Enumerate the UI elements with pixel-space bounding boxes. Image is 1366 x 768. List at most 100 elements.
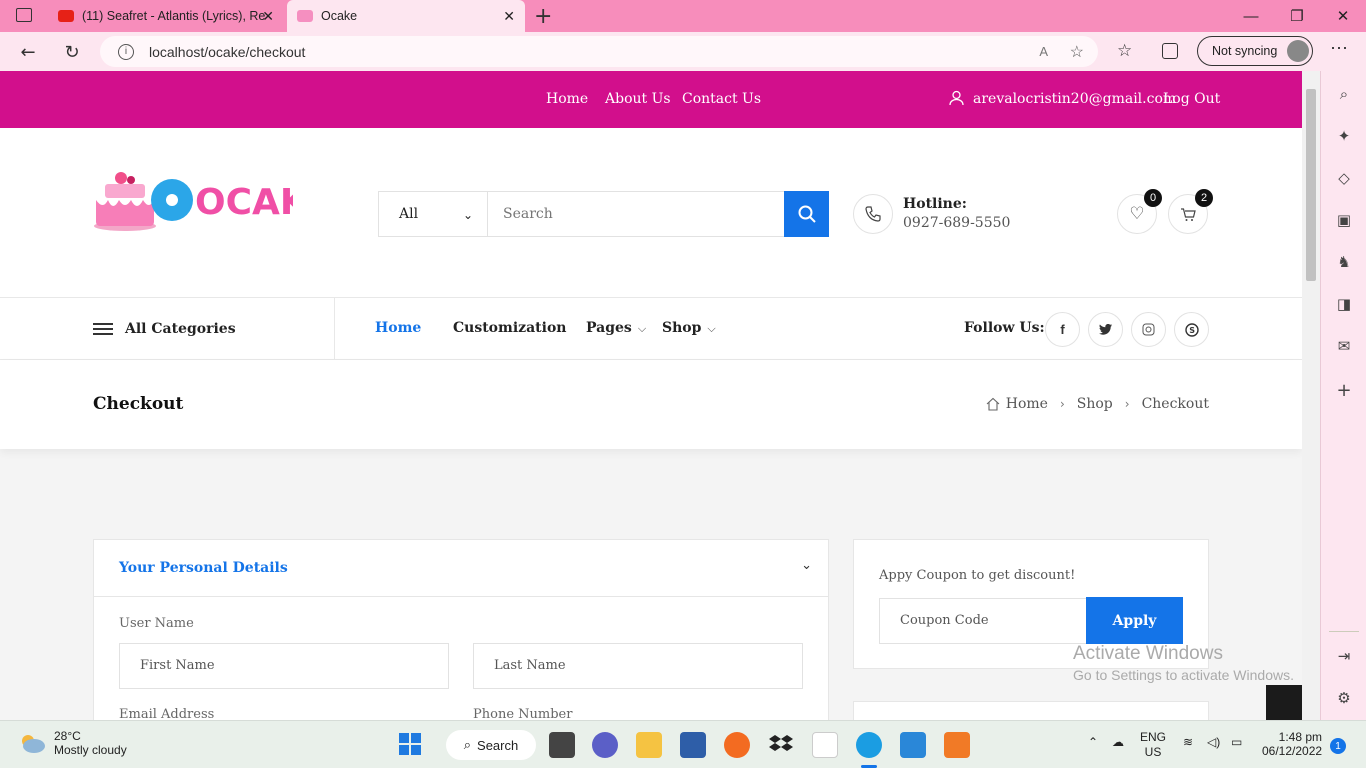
- chevron-right-icon: ›: [1124, 397, 1130, 411]
- user-email-link[interactable]: arevalocristin20@gmail.com: [973, 91, 1176, 107]
- shopping-tag-icon[interactable]: ◇: [1335, 169, 1353, 187]
- breadcrumb-shop[interactable]: Shop: [1077, 396, 1113, 412]
- nav-shop-label: Shop: [662, 320, 702, 336]
- add-icon[interactable]: +: [1335, 380, 1353, 401]
- address-bar-row: ← ↻ i localhost/ocake/checkout A ☆ ☆ Not…: [0, 32, 1366, 71]
- edge-icon[interactable]: [856, 732, 882, 758]
- outlook-icon[interactable]: ✉: [1335, 337, 1353, 355]
- facebook-icon[interactable]: f: [1045, 312, 1080, 347]
- teams-chat-icon[interactable]: [592, 732, 618, 758]
- order-summary-card: [853, 701, 1209, 720]
- tab-label: (11) Seafret - Atlantis (Lyrics), Re: [82, 9, 266, 23]
- first-name-field[interactable]: First Name: [119, 643, 449, 689]
- xampp-icon[interactable]: [944, 732, 970, 758]
- last-name-field[interactable]: Last Name: [473, 643, 803, 689]
- more-menu-icon[interactable]: ⋯: [1330, 38, 1348, 59]
- onedrive-icon[interactable]: ☁: [1112, 735, 1124, 749]
- tab-actions-icon[interactable]: [16, 8, 32, 22]
- clock[interactable]: 1:48 pm 06/12/2022: [1262, 730, 1322, 758]
- home-icon: [986, 397, 1000, 411]
- sidebar-toggle-icon[interactable]: ⇥: [1335, 647, 1353, 665]
- ocake-logo[interactable]: OCAKE: [93, 168, 332, 232]
- clock-time: 1:48 pm: [1278, 730, 1322, 744]
- phone-label: Phone Number: [473, 707, 573, 720]
- apply-coupon-button[interactable]: Apply: [1086, 597, 1183, 644]
- back-icon[interactable]: ←: [12, 36, 44, 68]
- activate-windows-watermark: Activate Windows Go to Settings to activ…: [1073, 643, 1294, 683]
- close-tab-icon[interactable]: ✕: [262, 8, 274, 25]
- wifi-icon[interactable]: ≋: [1183, 735, 1193, 749]
- tab-youtube[interactable]: (11) Seafret - Atlantis (Lyrics), Re ✕: [48, 0, 284, 32]
- notification-badge[interactable]: 1: [1330, 738, 1346, 754]
- logout-link[interactable]: Log Out: [1163, 91, 1220, 107]
- refresh-icon[interactable]: ↻: [56, 36, 88, 68]
- minimize-icon[interactable]: —: [1228, 0, 1274, 32]
- nav-pages[interactable]: Pages ⌵: [586, 320, 646, 336]
- amazon-icon[interactable]: [812, 732, 838, 758]
- coupon-title: Appy Coupon to get discount!: [879, 568, 1076, 583]
- site-info-icon[interactable]: i: [118, 43, 134, 60]
- skype-icon[interactable]: S: [1174, 312, 1209, 347]
- divider: [334, 298, 335, 360]
- search-input[interactable]: [489, 192, 785, 236]
- weather-widget[interactable]: 28°C Mostly cloudy: [18, 729, 127, 757]
- add-favorite-icon[interactable]: ☆: [1070, 42, 1084, 62]
- breadcrumb-home[interactable]: Home: [1006, 396, 1048, 412]
- scrollbar-thumb[interactable]: [1306, 89, 1316, 281]
- copilot-icon[interactable]: ✦: [1335, 127, 1353, 145]
- page-scrollbar[interactable]: [1302, 71, 1320, 720]
- close-window-icon[interactable]: ✕: [1320, 0, 1366, 32]
- cart-button[interactable]: 2: [1168, 189, 1213, 234]
- read-aloud-icon[interactable]: A: [1039, 44, 1048, 59]
- nav-shop[interactable]: Shop ⌵: [662, 320, 716, 336]
- tab-label: Ocake: [321, 9, 358, 23]
- vscode-icon[interactable]: [900, 732, 926, 758]
- wishlist-button[interactable]: ♡ 0: [1117, 189, 1162, 234]
- url-field[interactable]: i localhost/ocake/checkout A ☆: [100, 36, 1098, 67]
- tab-ocake[interactable]: Ocake ✕: [287, 0, 525, 32]
- personal-details-header[interactable]: Your Personal Details ⌄: [94, 540, 828, 597]
- new-tab-icon[interactable]: +: [534, 4, 552, 29]
- settings-icon[interactable]: ⚙: [1335, 689, 1353, 707]
- tools-icon[interactable]: ▣: [1335, 211, 1353, 229]
- instagram-icon[interactable]: [1131, 312, 1166, 347]
- follow-us-label: Follow Us:: [964, 320, 1045, 336]
- all-categories-button[interactable]: All Categories: [93, 320, 236, 338]
- twitter-icon[interactable]: [1088, 312, 1123, 347]
- url-text: localhost/ocake/checkout: [149, 43, 306, 60]
- search-button[interactable]: [784, 191, 829, 237]
- hamburger-icon: [93, 320, 113, 338]
- profile-sync-button[interactable]: Not syncing: [1197, 36, 1313, 66]
- dropbox-icon[interactable]: [768, 732, 794, 758]
- close-tab-icon[interactable]: ✕: [503, 8, 515, 25]
- search-icon[interactable]: ⌕: [1335, 85, 1353, 103]
- topnav-contact-link[interactable]: Contact Us: [682, 91, 761, 107]
- firefox-icon[interactable]: [724, 732, 750, 758]
- office-icon[interactable]: ◨: [1335, 295, 1353, 313]
- chevron-down-icon[interactable]: ⌄: [801, 558, 812, 573]
- topnav-home-link[interactable]: Home: [546, 91, 588, 107]
- edge-sidebar: ⌕ ✦ ◇ ▣ ♞ ◨ ✉ + ⇥ ⚙: [1320, 71, 1366, 720]
- task-view-icon[interactable]: [549, 732, 575, 758]
- store-icon[interactable]: [680, 732, 706, 758]
- games-icon[interactable]: ♞: [1335, 253, 1353, 271]
- nav-home[interactable]: Home: [375, 320, 421, 336]
- nav-customization[interactable]: Customization: [453, 320, 566, 336]
- battery-icon[interactable]: ▭: [1231, 735, 1242, 749]
- restore-icon[interactable]: ❐: [1274, 0, 1320, 32]
- scroll-to-top-button[interactable]: [1266, 685, 1302, 720]
- chevron-down-icon: ⌄: [462, 208, 473, 222]
- topnav-about-link[interactable]: About Us: [605, 91, 671, 107]
- search-category-select[interactable]: All ⌄: [379, 192, 488, 236]
- coupon-code-field[interactable]: Coupon Code: [879, 598, 1087, 644]
- start-icon[interactable]: [398, 732, 424, 758]
- file-explorer-icon[interactable]: [636, 732, 662, 758]
- collections-icon[interactable]: [1162, 43, 1178, 59]
- clock-date: 06/12/2022: [1262, 744, 1323, 758]
- watermark-line1: Activate Windows: [1073, 643, 1223, 664]
- favorites-icon[interactable]: ☆: [1117, 41, 1132, 61]
- volume-icon[interactable]: ◁): [1207, 735, 1220, 749]
- language-indicator[interactable]: ENG US: [1140, 730, 1166, 760]
- taskbar-search[interactable]: ⌕ Search: [446, 730, 536, 760]
- chevron-up-icon[interactable]: ⌃: [1088, 735, 1098, 749]
